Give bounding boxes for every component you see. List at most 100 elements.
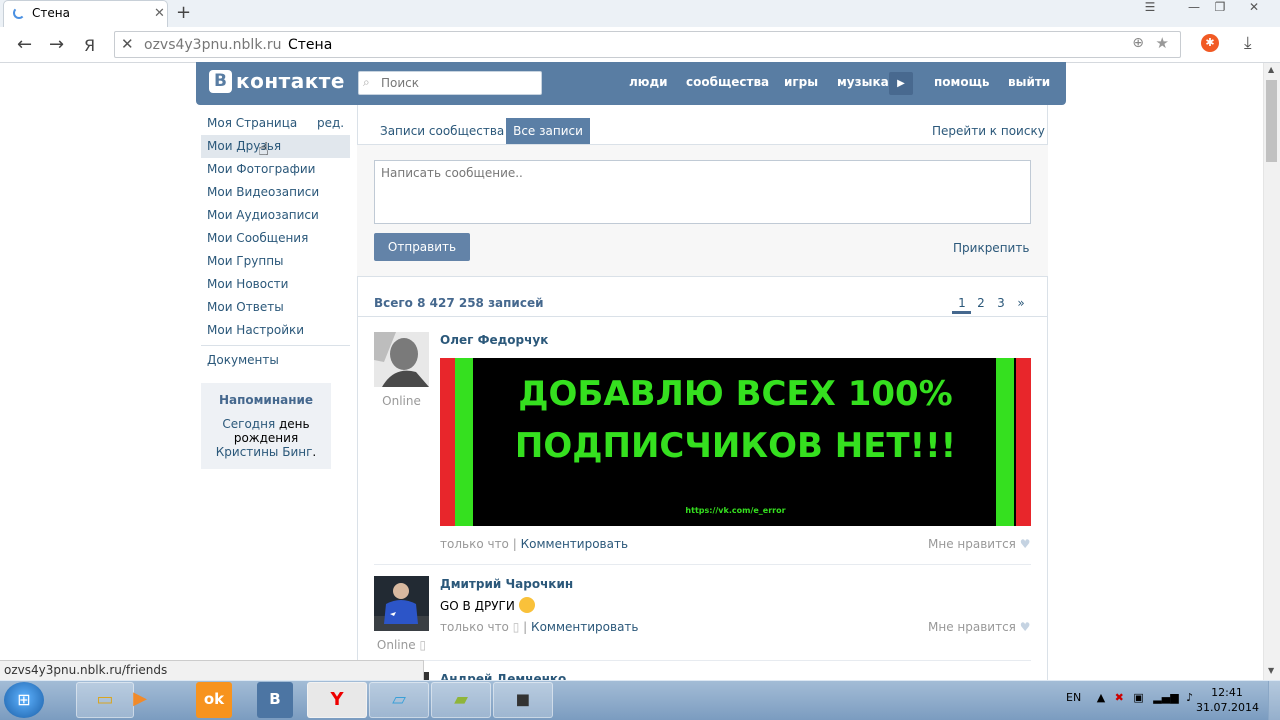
edit-menu-link[interactable]: ред. xyxy=(317,116,344,130)
birthday-reminder: Напоминание Сегодня день рождения Кристи… xyxy=(201,383,331,469)
forward-icon[interactable]: → xyxy=(49,34,64,55)
stop-icon[interactable]: ✕ xyxy=(121,35,134,53)
avatar[interactable] xyxy=(374,576,429,631)
menu-divider xyxy=(201,345,350,346)
comment-link[interactable]: Комментировать xyxy=(531,620,638,634)
tray-arrow-icon[interactable]: ▲ xyxy=(1097,691,1105,704)
browser-titlebar: Стена ✕ + ☰ — ❐ ✕ xyxy=(0,0,1280,27)
download-icon[interactable]: ⤓ xyxy=(1244,33,1252,53)
scrollbar-thumb[interactable] xyxy=(1266,80,1277,162)
reminder-today-link[interactable]: Сегодня xyxy=(222,417,275,431)
go-to-search-link[interactable]: Перейти к поиску xyxy=(932,124,1045,138)
menu-my-groups[interactable]: Мои Группы xyxy=(201,250,350,273)
page-3[interactable]: 3 xyxy=(994,296,1008,310)
post-author[interactable]: Олег Федорчук xyxy=(440,333,548,347)
menu-my-audio[interactable]: Мои Аудиозаписи xyxy=(201,204,350,227)
meta-separator: | xyxy=(512,537,517,551)
media-player-icon[interactable]: ▶ xyxy=(120,682,160,718)
nav-logout[interactable]: выйти xyxy=(1008,75,1050,89)
online-status: Online ▯ xyxy=(374,638,429,652)
notepad-icon[interactable]: ▱ xyxy=(369,682,429,718)
menu-my-videos[interactable]: Мои Видеозаписи xyxy=(201,181,350,204)
menu-my-settings[interactable]: Мои Настройки xyxy=(201,319,350,342)
reminder-body: Сегодня день рождения Кристины Бинг. xyxy=(201,417,331,459)
message-placeholder: Написать сообщение.. xyxy=(381,166,523,180)
network-icon[interactable]: ✖ xyxy=(1115,691,1124,704)
play-icon[interactable]: ▶ xyxy=(889,72,913,95)
minimize-icon[interactable]: — xyxy=(1180,0,1208,20)
reminder-name-link[interactable]: Кристины Бинг xyxy=(216,445,313,459)
post-time[interactable]: только что xyxy=(440,620,509,634)
close-tab-icon[interactable]: ✕ xyxy=(154,6,165,21)
menu-icon[interactable]: ☰ xyxy=(1136,0,1164,20)
like-button[interactable]: Мне нравится ♥ xyxy=(928,620,1030,634)
count-divider xyxy=(357,316,1048,317)
vk-header: В контакте ⌕ Поиск люди сообщества игры … xyxy=(196,62,1066,105)
extension-icon[interactable]: ✱ xyxy=(1201,34,1219,52)
tab-community-posts[interactable]: Записи сообщества xyxy=(380,124,504,138)
search-input[interactable]: ⌕ Поиск xyxy=(358,71,542,95)
signal-icon[interactable]: ▂▄▆ xyxy=(1153,691,1178,704)
close-window-icon[interactable]: ✕ xyxy=(1240,0,1268,20)
restore-icon[interactable]: ❐ xyxy=(1206,0,1234,20)
camera-icon[interactable]: ◼ xyxy=(493,682,553,718)
address-bar[interactable]: ✕ ozvs4y3pnu.nblk.ru Стена ⊕ ★ xyxy=(114,31,1181,58)
menu-documents[interactable]: Документы xyxy=(201,349,350,372)
url-page-title: Стена xyxy=(288,37,333,53)
show-desktop-button[interactable] xyxy=(1268,681,1280,720)
yandex-icon[interactable]: Я xyxy=(84,36,95,55)
menu-my-news[interactable]: Мои Новости xyxy=(201,273,350,296)
zoom-icon[interactable]: ⊕ xyxy=(1132,35,1144,51)
back-icon[interactable]: ← xyxy=(17,34,32,55)
volume-icon[interactable]: ♪ xyxy=(1186,691,1193,704)
page-next[interactable]: » xyxy=(1014,296,1028,310)
menu-my-answers[interactable]: Мои Ответы xyxy=(201,296,350,319)
search-placeholder: Поиск xyxy=(381,76,420,90)
attach-link[interactable]: Прикрепить xyxy=(953,241,1029,255)
post-image[interactable]: ДОБАВЛЮ ВСЕХ 100% ПОДПИСЧИКОВ НЕТ!!! htt… xyxy=(440,358,1031,526)
odnoklassniki-icon[interactable]: ok xyxy=(196,682,232,718)
vk-logo-icon[interactable]: В xyxy=(209,70,232,93)
like-button[interactable]: Мне нравится ♥ xyxy=(928,537,1030,551)
tray-area: EN ▲ ✖ ▣ ▂▄▆ ♪ xyxy=(1066,691,1193,704)
meta-separator: | xyxy=(523,620,528,634)
new-tab-icon[interactable]: + xyxy=(176,2,191,23)
nav-people[interactable]: люди xyxy=(629,75,668,89)
nav-help[interactable]: помощь xyxy=(934,75,989,89)
page-1[interactable]: 1 xyxy=(955,296,969,310)
avatar[interactable] xyxy=(374,332,429,387)
image-viewer-icon[interactable]: ▰ xyxy=(431,682,491,718)
menu-my-messages[interactable]: Мои Сообщения xyxy=(201,227,350,250)
menu-my-friends[interactable]: Мои Друзья xyxy=(201,135,350,158)
online-status-label: Online xyxy=(376,638,416,652)
clock-time: 12:41 xyxy=(1211,686,1243,699)
search-icon: ⌕ xyxy=(363,75,370,89)
bookmark-star-icon[interactable]: ★ xyxy=(1156,34,1169,52)
browser-tab[interactable]: Стена ✕ xyxy=(3,0,168,27)
device-icon[interactable]: ▣ xyxy=(1133,691,1143,704)
nav-communities[interactable]: сообщества xyxy=(686,75,769,89)
post-time[interactable]: только что xyxy=(440,537,509,551)
scroll-down-icon[interactable]: ▼ xyxy=(1268,666,1274,675)
page-2[interactable]: 2 xyxy=(974,296,988,310)
vk-icon[interactable]: В xyxy=(257,682,293,718)
post-divider xyxy=(374,564,1031,565)
start-button-icon[interactable]: ⊞ xyxy=(4,682,44,718)
clock[interactable]: 12:41 31.07.2014 xyxy=(1196,685,1259,715)
url-host: ozvs4y3pnu.nblk.ru xyxy=(144,37,282,53)
nav-music[interactable]: музыка xyxy=(837,75,889,89)
like-label: Мне нравится xyxy=(928,537,1016,551)
tab-all-posts[interactable]: Все записи xyxy=(506,118,590,144)
post-text-row: GO В ДРУГИ xyxy=(440,597,535,613)
nav-games[interactable]: игры xyxy=(784,75,818,89)
language-indicator[interactable]: EN xyxy=(1066,691,1081,704)
message-input[interactable]: Написать сообщение.. xyxy=(374,160,1031,224)
scroll-up-icon[interactable]: ▲ xyxy=(1268,65,1274,74)
yandex-browser-icon[interactable]: Y xyxy=(307,682,367,718)
menu-my-photos[interactable]: Мои Фотографии xyxy=(201,158,350,181)
comment-link[interactable]: Комментировать xyxy=(521,537,628,551)
vk-logo-text[interactable]: контакте xyxy=(236,69,345,93)
post-author[interactable]: Андрей Демченко xyxy=(440,672,566,680)
send-button[interactable]: Отправить xyxy=(374,233,470,261)
post-author[interactable]: Дмитрий Чарочкин xyxy=(440,577,573,591)
